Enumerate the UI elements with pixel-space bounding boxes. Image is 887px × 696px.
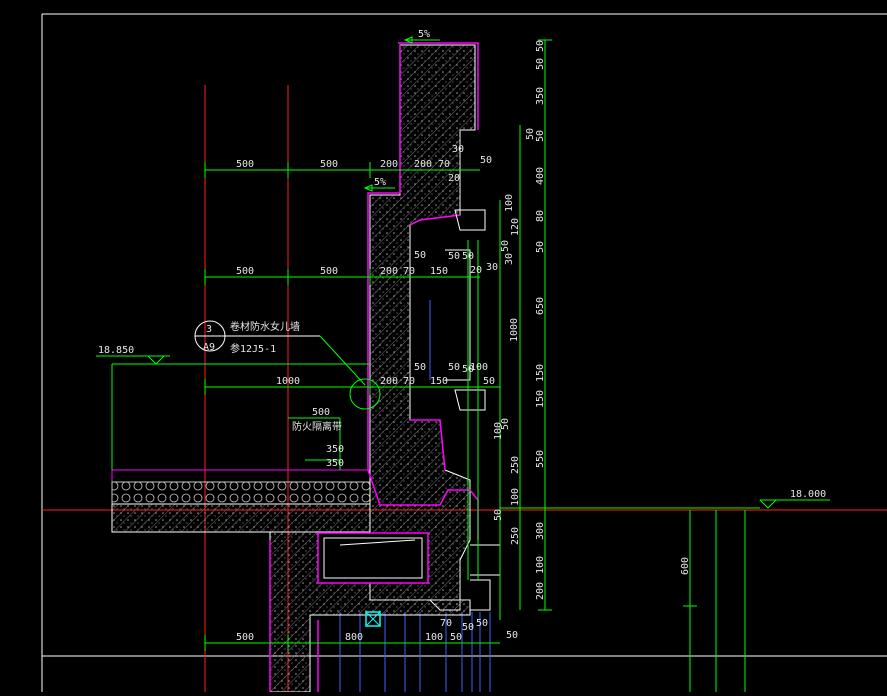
- dim-inner-chain-label: 100: [504, 194, 515, 212]
- slope-label-mid: 5%: [374, 177, 386, 188]
- elevation-marker-right: [500, 499, 830, 509]
- dim-row1-label: 500: [236, 159, 254, 170]
- roof-waterproof-layer: [111, 469, 371, 483]
- dim-row2-label: 150: [430, 266, 448, 277]
- dim-outer-chain-label: 550: [535, 450, 546, 468]
- dim-inner-chain-label: 100: [510, 488, 521, 506]
- dim-row5-label: 500: [236, 632, 254, 643]
- dim-inner-chain-label: 100: [493, 422, 504, 440]
- dim-inner-chain-label: 120: [510, 218, 521, 236]
- elevation-left-label: 18.850: [98, 345, 134, 356]
- dim-row3-label: 50: [448, 362, 460, 373]
- dim-outer-chain-label: 50: [535, 40, 546, 52]
- dim-row2-label: 50: [448, 251, 460, 262]
- dim-outer-chain-label: 300: [535, 522, 546, 540]
- dim-row3-label: 50: [414, 362, 426, 373]
- dim-inner-chain-label: 50: [525, 128, 536, 140]
- callout-number: 3: [206, 324, 212, 335]
- dim-row3-label: 150: [430, 376, 448, 387]
- dim-row2-label: 500: [320, 266, 338, 277]
- dim-row1-label: 70: [438, 159, 450, 170]
- dim-row1-label: 500: [320, 159, 338, 170]
- dim-row2-label: 500: [236, 266, 254, 277]
- dim-outer-chain-label: 150: [535, 364, 546, 382]
- dim-outer-chain-label: 150: [535, 390, 546, 408]
- dim-inner-chain-label: 50: [500, 240, 511, 252]
- dim-row2-label: 70: [403, 266, 415, 277]
- callout-title: 卷材防水女儿墙: [230, 320, 300, 333]
- dim-row3-label: 70: [403, 376, 415, 387]
- dim-inner-chain-label: 1000: [509, 318, 520, 342]
- roof-slab: [111, 469, 371, 533]
- dim-row2-label: 20: [470, 265, 482, 276]
- dim-row2-label: 30: [486, 262, 498, 273]
- dim-row2-label: 50: [462, 251, 474, 262]
- dim-row1-label: 200: [380, 159, 398, 170]
- fire-barrier-note: 防火隔离带: [292, 420, 342, 433]
- dim-row5-label: 100: [425, 632, 443, 643]
- dim-outer-chain-label: 650: [535, 297, 546, 315]
- roof-insulation-layer: [111, 481, 371, 505]
- dim-row3-label: 50: [483, 376, 495, 387]
- dim-outer-chain-label: 50: [535, 130, 546, 142]
- dim-row5-label: 50: [506, 630, 518, 641]
- cad-viewport[interactable]: 500 500 200 200 70 30 50 20 500 500 200 70 150 50 50 20…: [0, 0, 887, 693]
- dim-row4-label: 350: [326, 458, 344, 469]
- dim-row4-label: 500: [312, 407, 330, 418]
- dim-outer-chain-label: 400: [535, 167, 546, 185]
- dim-outer-chain-label: 50: [535, 58, 546, 70]
- dim-outer-chain-label: 100: [535, 556, 546, 574]
- elevation-right-label: 18.000: [790, 489, 826, 500]
- dim-row2-label: 200: [380, 266, 398, 277]
- dim-row1-label: 200: [414, 159, 432, 170]
- slope-label-top: 5%: [418, 29, 430, 40]
- dim-row4-label: 350: [326, 444, 344, 455]
- dim-outer-chain-label: 350: [535, 87, 546, 105]
- dim-inner-chain-label: 250: [510, 456, 521, 474]
- cad-drawing: 500 500 200 200 70305020500 500 200 70 15050 5020…: [41, 13, 887, 693]
- dim-outer-chain-label: 200: [535, 582, 546, 600]
- vertical-dimensions: [519, 39, 746, 692]
- dim-outer-chain-label: 50: [535, 241, 546, 253]
- callout-reference: 参12J5-1: [230, 342, 276, 355]
- dim-row2-label: 50: [414, 250, 426, 261]
- parapet-wall: [367, 42, 479, 611]
- dim-outer-chain-label: 80: [535, 210, 546, 222]
- dim-row3-label: 1000: [276, 376, 300, 387]
- dim-row1-label: 20: [448, 173, 460, 184]
- dim-600-label: 600: [680, 557, 691, 575]
- dim-inner-chain-label: 250: [510, 527, 521, 545]
- dim-row5-label: 50: [476, 618, 488, 629]
- dim-row1-label: 50: [480, 155, 492, 166]
- dim-row5-label: 50: [462, 622, 474, 633]
- dim-row1-label: 30: [452, 144, 464, 155]
- dim-row5-label: 70: [440, 618, 452, 629]
- dim-inner-chain-label: 30: [504, 253, 515, 265]
- dim-row3-label: 200: [380, 376, 398, 387]
- dim-row5-label: 800: [345, 632, 363, 643]
- dim-inner-chain-label: 50: [493, 509, 504, 521]
- callout-sheet: A9: [203, 342, 215, 353]
- dim-row3-label: 100: [470, 362, 488, 373]
- dim-row5-label: 50: [450, 632, 462, 643]
